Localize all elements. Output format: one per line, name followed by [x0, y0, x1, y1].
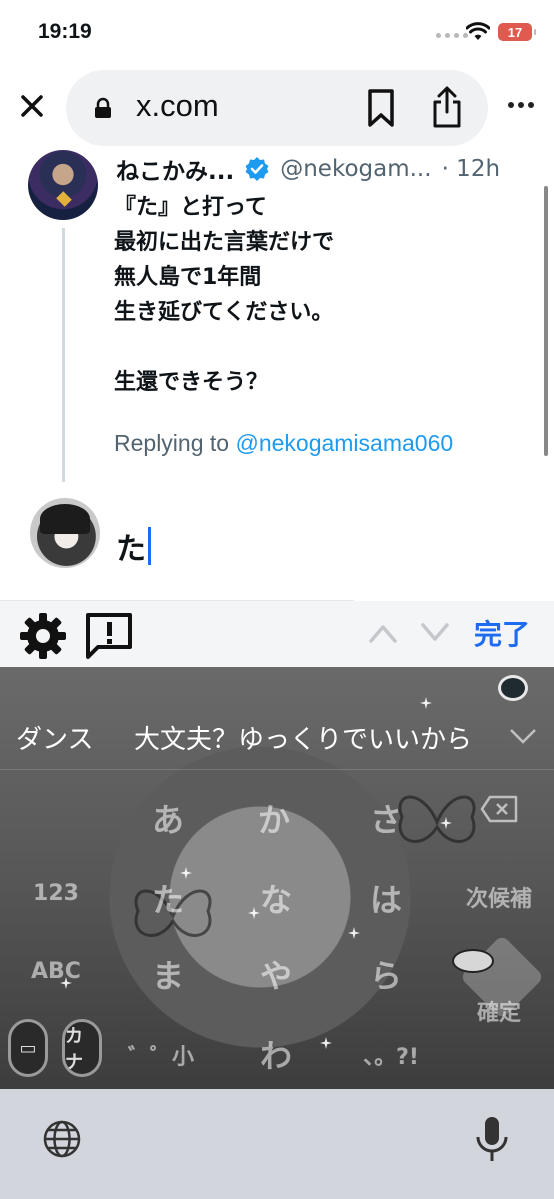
- japanese-keyboard: ダンス 大文夫？ゆっくりでいいから あ か さ 123 た な は 次候補 AB…: [0, 667, 554, 1089]
- done-button[interactable]: 完了: [474, 613, 530, 653]
- lock-icon: [95, 97, 111, 118]
- more-icon[interactable]: [508, 102, 534, 108]
- thread-line: [62, 228, 65, 482]
- signal-icon: [436, 33, 468, 38]
- keyboard-accessory-bar: 完了: [0, 601, 554, 667]
- microphone-icon[interactable]: [474, 1115, 510, 1163]
- key-ha[interactable]: は: [346, 875, 426, 921]
- tweet-text: 『た』と打って 最初に出た言葉だけで 無人島で1年間 生き延びてください。 生還…: [114, 190, 334, 400]
- divider: [0, 769, 554, 770]
- tweet-time: · 12h: [441, 156, 501, 182]
- candidate-2[interactable]: 大文夫？ゆっくりでいいから: [134, 719, 472, 756]
- reply-input[interactable]: た: [116, 524, 151, 568]
- text-caret: [148, 527, 151, 565]
- tweet-line: 無人島で1年間: [114, 265, 262, 290]
- user-avatar: [30, 498, 100, 568]
- decoration-icon: [498, 675, 528, 701]
- reply-input-text: た: [116, 532, 146, 567]
- globe-icon[interactable]: [42, 1119, 82, 1159]
- wifi-icon: [466, 22, 490, 40]
- key-next-candidate[interactable]: 次候補: [444, 881, 554, 913]
- key-punctuation[interactable]: 、。?!: [336, 1039, 446, 1071]
- tweet-author-avatar[interactable]: [28, 150, 98, 220]
- sparkle-icon: [320, 1037, 332, 1049]
- tweet-line: 最初に出た言葉だけで: [114, 230, 335, 255]
- verified-badge-icon: [245, 157, 269, 181]
- delete-icon[interactable]: [480, 795, 518, 823]
- url-text: x.com: [136, 88, 219, 123]
- gear-icon[interactable]: [18, 611, 68, 661]
- key-a[interactable]: あ: [128, 795, 208, 841]
- expand-candidates-icon[interactable]: [508, 725, 538, 747]
- scrollbar[interactable]: [544, 186, 548, 456]
- key-ka[interactable]: か: [234, 795, 314, 841]
- tweet-line: [114, 330, 334, 365]
- battery-icon: 17: [498, 23, 536, 41]
- kana-mode-button[interactable]: カナ: [62, 1019, 102, 1077]
- replying-prefix: Replying to: [114, 430, 230, 456]
- key-ta[interactable]: た: [128, 875, 208, 921]
- tweet-line: 生還できそう？: [114, 370, 269, 395]
- key-ma[interactable]: ま: [128, 951, 208, 997]
- emoji-mode-button[interactable]: ▭: [8, 1019, 48, 1077]
- keyboard-bottom-bar: [0, 1089, 554, 1199]
- key-ya[interactable]: や: [236, 951, 316, 997]
- chevron-up-icon[interactable]: [368, 621, 398, 645]
- key-dakuten[interactable]: ゛゜小: [106, 1039, 216, 1071]
- replying-to: Replying to @nekogamisama060: [114, 430, 453, 457]
- sparkle-icon: [420, 697, 432, 709]
- key-na[interactable]: な: [236, 875, 316, 921]
- key-confirm[interactable]: 確定: [444, 995, 554, 1027]
- address-bar[interactable]: x.com: [66, 70, 488, 146]
- key-ra[interactable]: ら: [346, 951, 426, 997]
- status-bar: 19:19 17: [0, 0, 554, 64]
- key-abc[interactable]: ABC: [16, 959, 96, 984]
- browser-toolbar: x.com: [0, 64, 554, 150]
- sparkle-icon: [348, 927, 360, 939]
- key-sa[interactable]: さ: [346, 795, 426, 841]
- key-numbers[interactable]: 123: [16, 881, 96, 906]
- tweet-line: 『た』と打って: [114, 195, 267, 220]
- share-icon[interactable]: [432, 84, 462, 130]
- tweet-author-handle[interactable]: @nekogam...: [280, 156, 431, 182]
- candidate-1[interactable]: ダンス: [16, 719, 93, 756]
- replying-mention[interactable]: @nekogamisama060: [235, 430, 453, 456]
- bookmark-icon[interactable]: [366, 88, 396, 128]
- tweet-author-name[interactable]: ねこかみ...: [116, 152, 234, 186]
- close-icon[interactable]: [18, 92, 46, 120]
- planet-decoration-icon: [452, 949, 494, 973]
- chevron-down-icon[interactable]: [420, 621, 450, 645]
- report-icon[interactable]: [84, 611, 134, 661]
- tweet-line: 生き延びてください。: [114, 300, 334, 325]
- status-time: 19:19: [38, 20, 92, 43]
- tweet-header: ねこかみ... @nekogam... · 12h: [116, 152, 500, 186]
- key-wa[interactable]: わ: [236, 1031, 316, 1077]
